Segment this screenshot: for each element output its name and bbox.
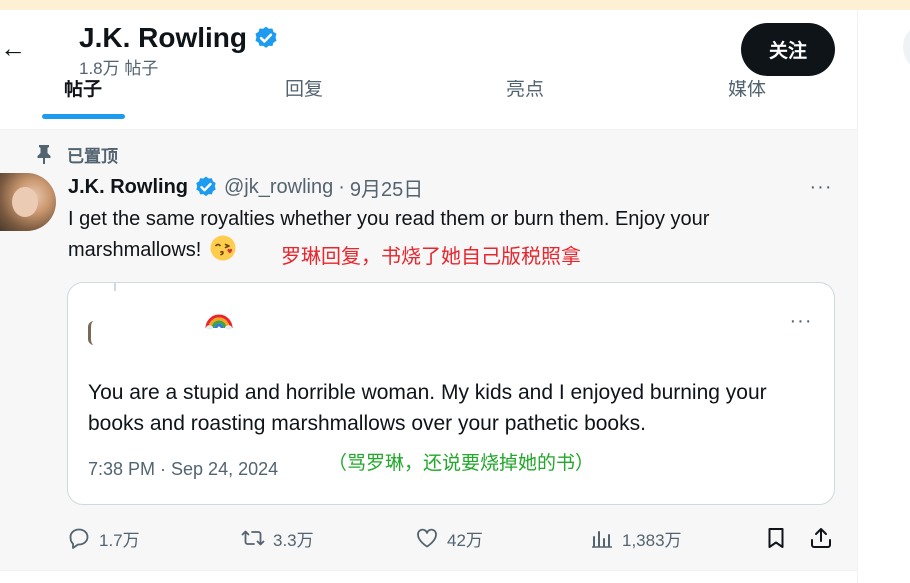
column-divider bbox=[857, 10, 858, 583]
pin-icon bbox=[37, 145, 51, 164]
avatar-face bbox=[12, 187, 38, 217]
tab-replies[interactable]: 回复 bbox=[262, 80, 346, 130]
reply-count: 1.7万 bbox=[99, 530, 140, 550]
quote-timestamp: 7:38 PM · Sep 24, 2024 bbox=[88, 459, 279, 479]
red-annotation: 罗琳回复，书烧了她自己版税照拿 bbox=[281, 246, 581, 268]
follow-button[interactable]: 关注 bbox=[741, 23, 835, 76]
tab-media[interactable]: 媒体 bbox=[705, 80, 789, 130]
profile-title: J.K. Rowling bbox=[79, 18, 279, 58]
browser-top-strip bbox=[0, 0, 910, 10]
author-name[interactable]: J.K. Rowling bbox=[68, 176, 188, 199]
views-icon bbox=[592, 531, 612, 548]
share-button[interactable] bbox=[809, 523, 833, 553]
tab-media-label: 媒体 bbox=[727, 80, 766, 100]
quoted-tweet-card[interactable]: ··· You are a stupid and horrible woman.… bbox=[67, 282, 835, 505]
profile-header: ← J.K. Rowling 1.8万 帖子 关注 帖子 回复 亮点 媒体 bbox=[0, 10, 857, 130]
tweet-author-line: J.K. Rowling @jk_rowling · 9月25日 bbox=[68, 173, 423, 202]
like-count: 42万 bbox=[447, 530, 483, 550]
tab-replies-label: 回复 bbox=[284, 80, 323, 100]
tab-posts-label: 帖子 bbox=[63, 80, 102, 100]
tweet-date[interactable]: 9月25日 bbox=[350, 173, 423, 202]
back-arrow-icon[interactable]: ← bbox=[0, 32, 26, 64]
green-annotation: （骂罗琳，还说要烧掉她的书） bbox=[328, 453, 595, 474]
views-count: 1,383万 bbox=[622, 530, 682, 550]
author-handle[interactable]: @jk_rowling bbox=[224, 176, 333, 199]
quote-connector bbox=[114, 283, 116, 291]
active-tab-indicator bbox=[42, 114, 125, 119]
like-icon bbox=[417, 528, 437, 548]
pinned-tweet[interactable]: 已置顶 J.K. Rowling @jk_rowling · 9月25日 ···… bbox=[0, 130, 857, 570]
verified-badge-icon bbox=[196, 176, 216, 197]
tab-highlights[interactable]: 亮点 bbox=[483, 80, 567, 130]
tab-highlights-label: 亮点 bbox=[505, 80, 544, 100]
tab-posts[interactable]: 帖子 bbox=[41, 80, 125, 130]
like-button[interactable]: 42万 bbox=[415, 523, 483, 553]
pinned-label: 已置顶 bbox=[67, 146, 118, 166]
post-count: 1.8万 帖子 bbox=[79, 59, 159, 78]
repost-button[interactable]: 3.3万 bbox=[241, 523, 314, 553]
reply-button[interactable]: 1.7万 bbox=[67, 523, 140, 553]
author-avatar[interactable] bbox=[0, 173, 56, 231]
quote-avatar bbox=[88, 321, 94, 345]
right-column-avatar[interactable] bbox=[903, 22, 910, 72]
profile-tabs: 帖子 回复 亮点 媒体 bbox=[0, 80, 857, 130]
pinned-label-row: 已置顶 bbox=[35, 142, 118, 166]
views-button[interactable]: 1,383万 bbox=[590, 523, 682, 553]
kissing-face-icon bbox=[210, 235, 236, 261]
rainbow-icon bbox=[205, 314, 233, 330]
tweet-more-icon[interactable]: ··· bbox=[808, 176, 834, 198]
quote-text: You are a stupid and horrible woman. My … bbox=[88, 381, 767, 435]
tweet-action-bar: 1.7万 3.3万 42万 1,383万 bbox=[0, 523, 857, 553]
reply-icon bbox=[69, 528, 89, 549]
repost-count: 3.3万 bbox=[273, 530, 314, 550]
verified-badge-icon bbox=[255, 26, 277, 48]
quote-more-icon[interactable]: ··· bbox=[788, 311, 814, 331]
bookmark-button[interactable] bbox=[764, 523, 788, 553]
share-icon bbox=[811, 528, 831, 548]
author-separator: · bbox=[338, 175, 345, 198]
profile-display-name: J.K. Rowling bbox=[79, 22, 247, 53]
repost-icon bbox=[241, 530, 265, 546]
tweet-divider bbox=[0, 570, 857, 571]
bookmark-icon bbox=[768, 528, 784, 548]
